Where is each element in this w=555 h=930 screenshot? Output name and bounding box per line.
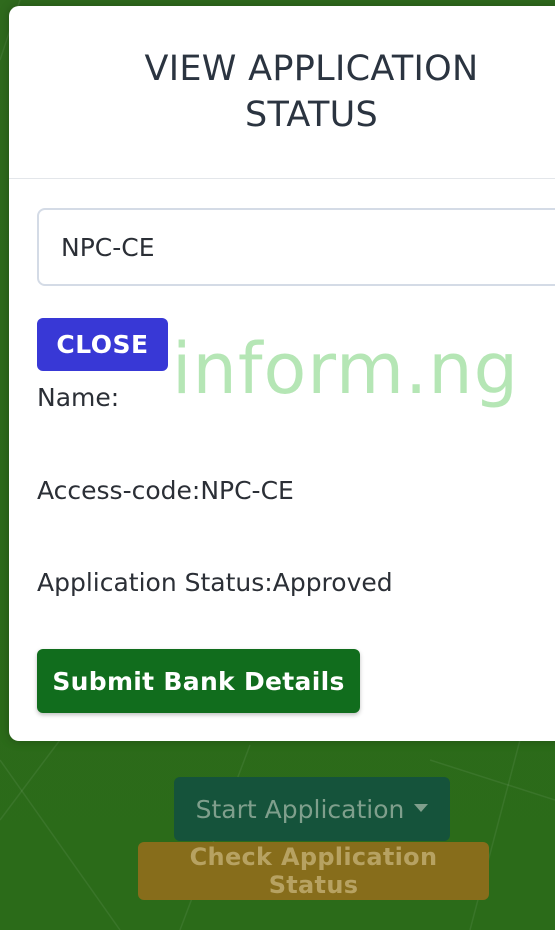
modal-title: VIEW APPLICATION STATUS — [144, 49, 479, 135]
applicant-name-label: Name: — [37, 383, 120, 412]
modal-header: VIEW APPLICATION STATUS — [9, 6, 555, 179]
application-status-text: Application Status:Approved — [37, 568, 393, 597]
access-code-text: Access-code:NPC-CE — [37, 476, 294, 505]
caret-down-icon — [414, 803, 429, 812]
application-status-modal: VIEW APPLICATION STATUS CLOSE Name: Acce… — [9, 6, 555, 741]
check-application-status-button[interactable]: Check Application Status — [138, 842, 489, 900]
start-application-label: Start Application — [195, 794, 405, 824]
access-code-input[interactable] — [37, 208, 555, 286]
start-application-dropdown-button[interactable]: Start Application — [174, 777, 450, 841]
submit-bank-details-button[interactable]: Submit Bank Details — [37, 649, 360, 713]
close-button[interactable]: CLOSE — [37, 318, 168, 371]
